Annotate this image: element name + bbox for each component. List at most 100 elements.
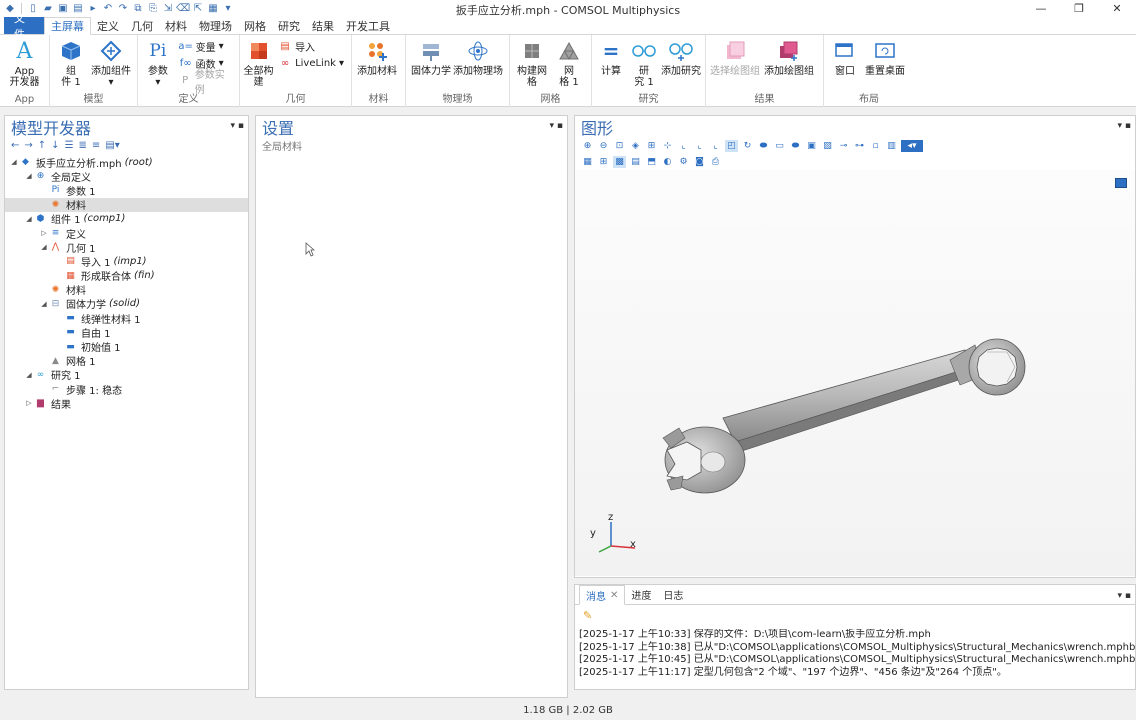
tab-geometry[interactable]: 几何 (125, 17, 159, 34)
tree-node[interactable]: ◢ ⬢ 组件 1 (comp1) (5, 212, 248, 226)
expand-arrow-icon[interactable]: ◢ (9, 158, 19, 166)
image-snapshot-icon[interactable]: ⬒ (645, 156, 658, 168)
settings-icon[interactable]: ▦ (207, 3, 219, 15)
3d-view-icon[interactable]: ◰ (725, 140, 738, 152)
transparency-icon[interactable]: ⬬ (789, 140, 802, 152)
tree-node[interactable]: ◢ ⊟ 固体力学 (solid) (5, 297, 248, 311)
copy-icon[interactable]: ⧉ (132, 3, 144, 15)
duplicate-icon[interactable]: ⇲ (162, 3, 174, 15)
expand-arrow-icon[interactable]: ◢ (24, 172, 34, 180)
tab-study[interactable]: 研究 (272, 17, 306, 34)
clipping-icon[interactable]: ▥ (885, 140, 898, 152)
close-icon[interactable]: ✕ (1098, 0, 1136, 17)
clear-messages-icon[interactable]: ✎ (583, 609, 592, 622)
render-icon[interactable]: ▭ (773, 140, 786, 152)
expand-arrow-icon[interactable]: ◢ (39, 243, 49, 251)
zoom-out-icon[interactable]: ⊖ (597, 140, 610, 152)
customize-dropdown-icon[interactable]: ▾ (222, 3, 234, 15)
tree-node[interactable]: ▷ ≡ 定义 (5, 226, 248, 241)
redo-icon[interactable]: ↷ (117, 3, 129, 15)
show-icon[interactable]: ☰ (65, 140, 74, 151)
options-icon[interactable]: ▤▾ (105, 140, 119, 151)
expand-arrow-icon[interactable]: ▷ (24, 399, 34, 407)
select-edge-icon[interactable]: ⊶ (853, 140, 866, 152)
open-file-icon[interactable]: ▰ (42, 3, 54, 15)
expand-arrow-icon[interactable]: ▷ (39, 229, 49, 237)
xy-view-icon[interactable]: ⌞ (677, 140, 690, 152)
pin-dropdown-icon[interactable]: ▾ ▪ (231, 121, 244, 131)
tab-materials[interactable]: 材料 (159, 17, 193, 34)
select-object-icon[interactable]: ▣ (805, 140, 818, 152)
print-preview-icon[interactable]: ⚙ (677, 156, 690, 168)
export-icon[interactable]: ⇱ (192, 3, 204, 15)
move-down-icon[interactable]: ↓ (51, 140, 59, 151)
zoom-box-icon[interactable]: ⊡ (613, 140, 626, 152)
variables-button[interactable]: a= 变量 ▾ (178, 39, 232, 54)
tree-node[interactable]: ▷ ▆ 结果 (5, 396, 248, 411)
expand-arrow-icon[interactable]: ◢ (24, 215, 34, 223)
view-options-icon[interactable]: ⊹ (661, 140, 674, 152)
livelink-button[interactable]: ∞ LiveLink ▾ (278, 56, 344, 71)
close-tab-icon[interactable]: ✕ (610, 590, 618, 601)
tree-node[interactable]: ▬ 自由 1 (5, 325, 248, 340)
back-icon[interactable]: ← (11, 140, 19, 151)
parameter-case-button[interactable]: P 参数实例 (179, 70, 232, 96)
tab-mesh[interactable]: 网格 (238, 17, 272, 34)
tree-node[interactable]: ◢ ⋀ 几何 1 (5, 240, 248, 255)
zoom-selection-icon[interactable]: ⊞ (645, 140, 658, 152)
zoom-extents-icon[interactable]: ◈ (629, 140, 642, 152)
tab-developer[interactable]: 开发工具 (340, 17, 396, 34)
file-menu[interactable]: 文件 (4, 12, 44, 41)
rotate-icon[interactable]: ↻ (741, 140, 754, 152)
tree-node[interactable]: ▲ 网格 1 (5, 354, 248, 369)
select-domain-icon[interactable]: ▧ (821, 140, 834, 152)
tree-node[interactable]: ▤ 导入 1 (imp1) (5, 254, 248, 269)
tree-node[interactable]: ✺ 材料 (5, 283, 248, 298)
tree-node[interactable]: ⌐ 步骤 1: 稳态 (5, 382, 248, 397)
tree-node[interactable]: ✺ 材料 (5, 197, 248, 212)
tree-node[interactable]: Pi 参数 1 (5, 183, 248, 198)
print-icon[interactable]: ⎙ (709, 156, 722, 168)
paste-icon[interactable]: ⎘ (147, 3, 159, 15)
tab-physics[interactable]: 物理场 (193, 17, 238, 34)
delete-icon[interactable]: ⌫ (176, 3, 190, 15)
select-point-icon[interactable]: ▫ (869, 140, 882, 152)
tab-log[interactable]: 日志 (657, 585, 689, 604)
mesh-render-icon[interactable]: ▩ (613, 156, 626, 168)
maximize-icon[interactable]: ❐ (1060, 0, 1098, 17)
graphics-pin-icon[interactable]: ▾ ▪ (1118, 121, 1131, 131)
save-icon[interactable]: ▣ (57, 3, 69, 15)
scene-light-icon[interactable]: ⬬ (757, 140, 770, 152)
tree-node[interactable]: ◢ ∞ 研究 1 (5, 368, 248, 383)
tab-progress[interactable]: 进度 (625, 585, 657, 604)
run-icon[interactable]: ▸ (87, 3, 99, 15)
move-up-icon[interactable]: ↑ (38, 140, 46, 151)
tab-home[interactable]: 主屏幕 (44, 17, 91, 35)
tree-node[interactable]: ◢ ⊕ 全局定义 (5, 169, 248, 184)
tree-node[interactable]: ▦ 形成联合体 (fin) (5, 269, 248, 283)
graphics-settings-icon[interactable]: ◂▾ (901, 140, 923, 152)
tree-node[interactable]: ▬ 初始值 1 (5, 339, 248, 355)
zoom-in-icon[interactable]: ⊕ (581, 140, 594, 152)
wireframe-icon[interactable]: ▦ (581, 156, 594, 168)
messages-pin-icon[interactable]: ▾ ▪ (1118, 591, 1131, 601)
graphics-viewport[interactable]: z x y (575, 170, 1135, 576)
grid-icon[interactable]: ⊞ (597, 156, 610, 168)
expand-arrow-icon[interactable]: ◢ (39, 300, 49, 308)
camera-icon[interactable]: ◙ (693, 156, 706, 168)
yz-view-icon[interactable]: ⌞ (693, 140, 706, 152)
forward-icon[interactable]: → (24, 140, 32, 151)
tab-definitions[interactable]: 定义 (91, 17, 125, 34)
undo-icon[interactable]: ↶ (102, 3, 114, 15)
tree-node[interactable]: ▬ 线弹性材料 1 (5, 311, 248, 326)
save-as-icon[interactable]: ▤ (72, 3, 84, 15)
select-boundary-icon[interactable]: ⊸ (837, 140, 850, 152)
settings-pin-icon[interactable]: ▾ ▪ (550, 121, 563, 131)
table-icon[interactable]: ▤ (629, 156, 642, 168)
tab-messages[interactable]: 消息 ✕ (579, 585, 626, 605)
expand-arrow-icon[interactable]: ◢ (24, 371, 34, 379)
minimize-icon[interactable]: — (1022, 0, 1060, 17)
expand-icon[interactable]: ≣ (79, 140, 87, 151)
tab-results[interactable]: 结果 (306, 17, 340, 34)
import-button[interactable]: ▤ 导入 (278, 39, 344, 54)
